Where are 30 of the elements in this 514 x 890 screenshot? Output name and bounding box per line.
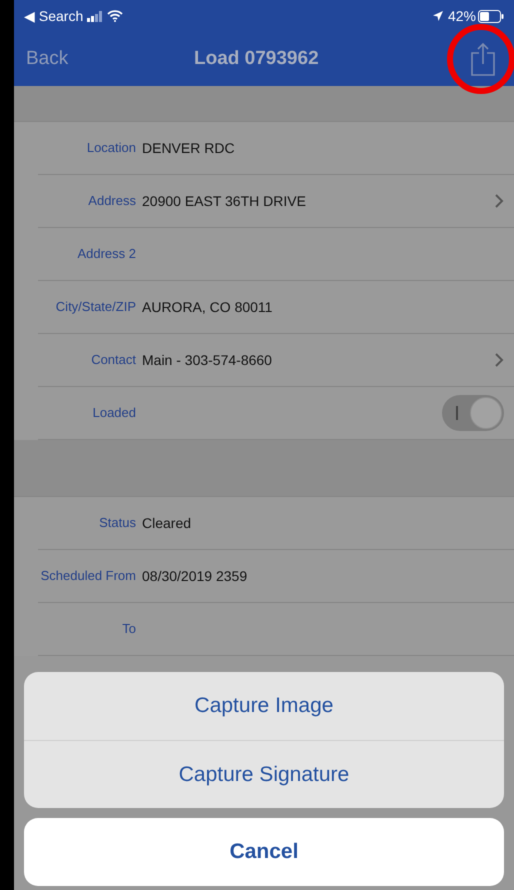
back-to-app-link[interactable]: ◀ Search [24, 6, 84, 26]
field-label: Loaded [92, 404, 136, 422]
chevron-icon[interactable] [495, 353, 504, 367]
battery-icon [478, 10, 504, 22]
battery-percent: 42% [448, 6, 476, 26]
location-arrow-icon [432, 10, 444, 22]
signal-icon [87, 10, 104, 22]
share-icon[interactable] [470, 42, 496, 76]
field-value: Main - 303-574-8660 [142, 350, 272, 370]
field-label: Contact [90, 351, 136, 370]
field-value: AURORA, CO 80011 [142, 298, 272, 316]
field-label: Scheduled From [40, 567, 136, 586]
field-value: 20900 EAST 36TH DRIVE [142, 192, 306, 210]
cancel-button[interactable]: Cancel [24, 818, 504, 886]
field-value: 08/30/2019 2359 [142, 566, 248, 586]
wifi-icon [107, 10, 124, 22]
action-button[interactable]: Capture Image [24, 672, 504, 740]
action-button[interactable]: Capture Signature [24, 740, 504, 808]
field-label: City/State/ZIP [54, 298, 136, 316]
loaded-toggle[interactable] [442, 395, 504, 431]
back-button[interactable]: Back [26, 44, 68, 74]
field-label: Address 2 [76, 245, 136, 264]
field-label: Location [86, 139, 136, 158]
field-value: Cleared [142, 514, 192, 532]
chevron-icon[interactable] [495, 194, 504, 208]
field-value: DENVER RDC [142, 138, 235, 158]
field-label: To [121, 620, 136, 638]
screen-title: Load 0793962 [194, 46, 319, 71]
field-label: Status [98, 514, 136, 532]
field-label: Address [87, 192, 136, 210]
